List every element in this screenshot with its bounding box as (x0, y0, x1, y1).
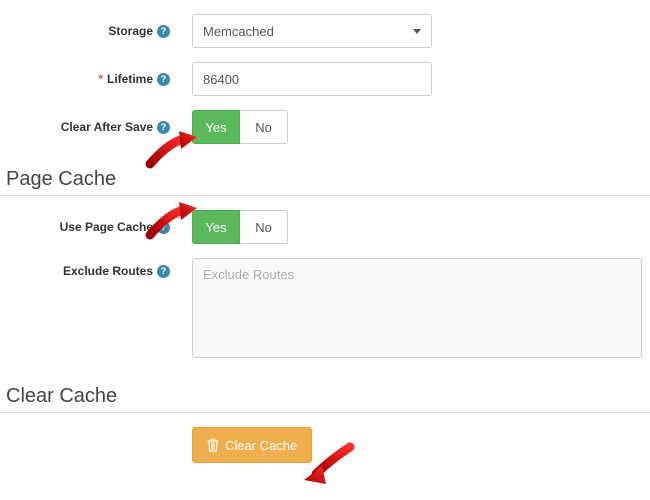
exclude-routes-textarea[interactable] (192, 258, 642, 358)
row-clear-after-save: Clear After Save ? Yes No (0, 110, 650, 144)
help-icon[interactable]: ? (157, 25, 170, 38)
control-exclude-routes (180, 258, 642, 361)
help-icon[interactable]: ? (157, 265, 170, 278)
help-icon[interactable]: ? (157, 73, 170, 86)
lifetime-input[interactable] (192, 62, 432, 96)
toggle-yes[interactable]: Yes (192, 210, 240, 244)
use-page-cache-toggle: Yes No (192, 210, 288, 244)
control-use-page-cache: Yes No (180, 210, 288, 244)
row-clear-cache-action: Clear Cache (0, 427, 650, 463)
clear-cache-button[interactable]: Clear Cache (192, 427, 312, 463)
help-icon[interactable]: ? (157, 221, 170, 234)
label-text: Use Page Cache (60, 220, 153, 234)
row-storage: Storage ? Memcached (0, 14, 650, 48)
clear-after-save-toggle: Yes No (192, 110, 288, 144)
storage-value: Memcached (203, 24, 274, 39)
label-exclude-routes: Exclude Routes ? (0, 258, 180, 278)
row-exclude-routes: Exclude Routes ? (0, 258, 650, 361)
label-text: Lifetime (107, 72, 153, 86)
toggle-yes[interactable]: Yes (192, 110, 240, 144)
label-storage: Storage ? (0, 24, 180, 38)
label-use-page-cache: Use Page Cache ? (0, 220, 180, 234)
section-clear-cache-title: Clear Cache (6, 385, 650, 408)
section-page-cache-title: Page Cache (6, 168, 650, 191)
control-storage: Memcached (180, 14, 432, 48)
clear-cache-button-label: Clear Cache (225, 438, 297, 453)
control-clear-cache: Clear Cache (180, 427, 312, 463)
divider (0, 412, 650, 413)
row-lifetime: * Lifetime ? (0, 62, 650, 96)
divider (0, 195, 650, 196)
help-icon[interactable]: ? (157, 121, 170, 134)
control-lifetime (180, 62, 432, 96)
label-lifetime: * Lifetime ? (0, 72, 180, 86)
label-text: Storage (108, 24, 153, 38)
storage-select[interactable]: Memcached (192, 14, 432, 48)
control-clear-after-save: Yes No (180, 110, 288, 144)
trash-icon (207, 438, 219, 452)
toggle-no[interactable]: No (240, 110, 288, 144)
label-text: Exclude Routes (63, 264, 153, 278)
label-text: Clear After Save (61, 120, 153, 134)
toggle-no[interactable]: No (240, 210, 288, 244)
row-use-page-cache: Use Page Cache ? Yes No (0, 210, 650, 244)
required-marker: * (98, 72, 103, 86)
chevron-down-icon (413, 29, 421, 34)
label-clear-after-save: Clear After Save ? (0, 120, 180, 134)
